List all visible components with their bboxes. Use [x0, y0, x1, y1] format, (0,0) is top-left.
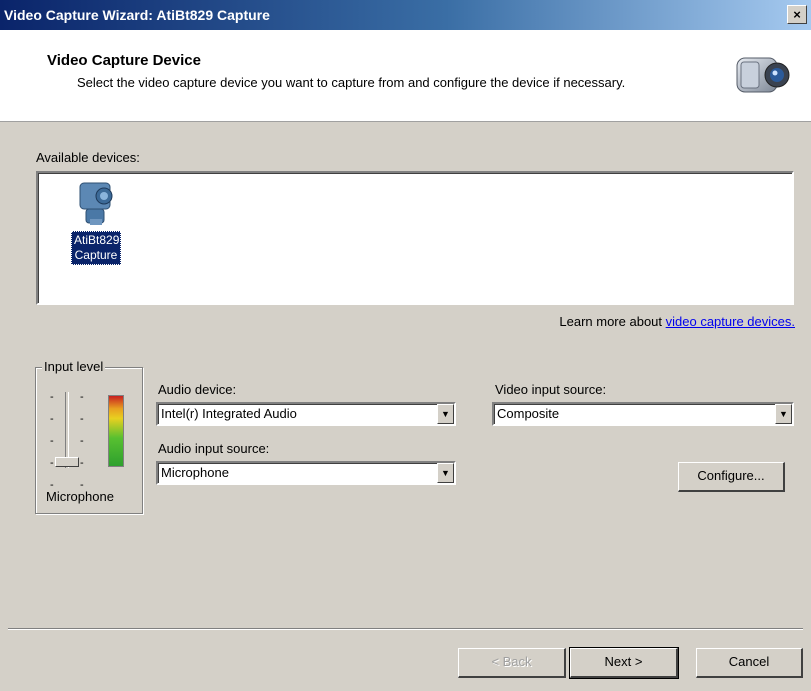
page-title: Video Capture Device [47, 52, 201, 69]
audio-device-label: Audio device: [158, 382, 237, 397]
video-input-source-value: Composite [497, 406, 560, 421]
input-source-label: Microphone [46, 489, 114, 504]
slider-ticks-left: ----- [50, 391, 54, 491]
footer-separator [8, 628, 803, 630]
cancel-button[interactable]: Cancel [696, 648, 803, 678]
capture-device-icon [79, 182, 113, 225]
page-subtitle: Select the video capture device you want… [77, 75, 626, 90]
input-level-meter [108, 395, 124, 467]
chevron-down-icon[interactable]: ▼ [775, 404, 792, 424]
input-level-group: Input level ----- ----- Microphone [35, 359, 143, 514]
input-level-slider-thumb[interactable] [55, 457, 79, 467]
audio-input-source-label: Audio input source: [158, 441, 270, 456]
video-input-source-select[interactable]: Composite ▼ [492, 402, 794, 426]
audio-input-source-select[interactable]: Microphone ▼ [156, 461, 456, 485]
learn-more-prefix: Learn more about [559, 314, 663, 329]
list-item-device[interactable]: AtiBt829 Capture [58, 179, 134, 265]
wizard-header: Video Capture Device Select the video ca… [0, 30, 811, 122]
back-button[interactable]: < Back [458, 648, 566, 678]
video-capture-devices-link[interactable]: video capture devices. [666, 314, 795, 329]
learn-more-text: Learn more about video capture devices. [559, 314, 795, 329]
configure-button[interactable]: Configure... [678, 462, 785, 492]
next-button[interactable]: Next > [569, 647, 679, 679]
title-bar: Video Capture Wizard: AtiBt829 Capture × [0, 0, 811, 30]
chevron-down-icon[interactable]: ▼ [437, 463, 454, 483]
chevron-down-icon[interactable]: ▼ [437, 404, 454, 424]
available-devices-label: Available devices: [36, 150, 140, 165]
audio-device-select[interactable]: Intel(r) Integrated Audio ▼ [156, 402, 456, 426]
close-button[interactable]: × [787, 5, 807, 24]
audio-input-source-value: Microphone [161, 465, 229, 480]
device-label: AtiBt829 Capture [71, 231, 121, 265]
window-title: Video Capture Wizard: AtiBt829 Capture [4, 7, 270, 23]
audio-device-value: Intel(r) Integrated Audio [161, 406, 297, 421]
video-camera-icon [736, 57, 790, 93]
slider-ticks-right: ----- [80, 391, 84, 491]
input-level-legend: Input level [42, 359, 106, 374]
video-input-source-label: Video input source: [495, 382, 607, 397]
devices-list[interactable]: AtiBt829 Capture [36, 171, 794, 305]
